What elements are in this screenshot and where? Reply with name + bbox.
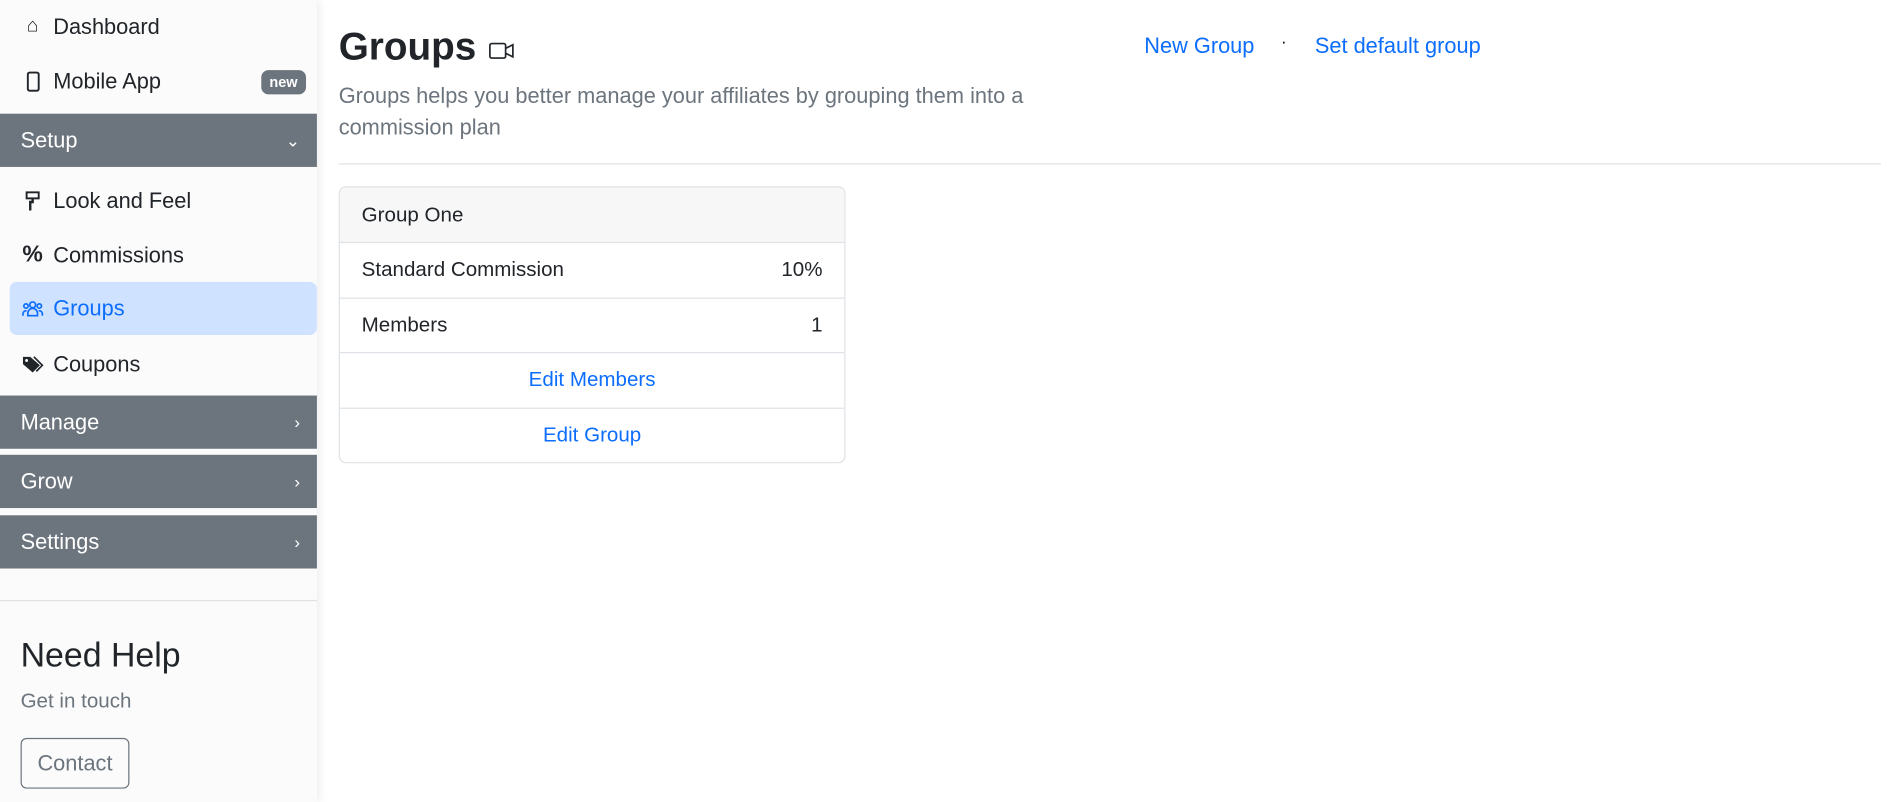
sidebar: ⌂ Dashboard Mobile App new Setup ⌄ Look …: [0, 0, 317, 802]
chevron-down-icon: ⌄: [285, 130, 300, 150]
video-camera-icon[interactable]: [488, 24, 515, 69]
sidebar-section-settings[interactable]: Settings ›: [0, 515, 317, 569]
sidebar-item-commissions[interactable]: % Commissions: [10, 229, 317, 282]
chevron-right-icon: ›: [294, 532, 300, 552]
percent-icon: %: [22, 241, 43, 268]
sidebar-item-look-and-feel[interactable]: Look and Feel: [10, 174, 317, 227]
chevron-right-icon: ›: [294, 412, 300, 432]
page-title: Groups: [339, 24, 515, 69]
house-icon: ⌂: [26, 15, 39, 37]
sidebar-item-label: Coupons: [53, 351, 141, 376]
new-group-link[interactable]: New Group: [1144, 34, 1254, 59]
divider: [338, 163, 1881, 165]
section-label: Settings: [20, 529, 100, 554]
sidebar-item-mobile-app[interactable]: Mobile App new: [10, 54, 317, 107]
edit-members-button[interactable]: Edit Members: [339, 351, 845, 407]
tags-icon: [22, 355, 44, 373]
table-row: Members 1: [339, 296, 845, 352]
group-name: Group One: [339, 187, 845, 242]
sidebar-item-label: Dashboard: [53, 13, 160, 39]
sidebar-section-setup[interactable]: Setup ⌄: [0, 113, 317, 167]
separator: ·: [1280, 31, 1287, 51]
sidebar-item-label: Look and Feel: [53, 188, 192, 213]
contact-button[interactable]: Contact: [20, 737, 130, 789]
sidebar-item-label: Mobile App: [53, 68, 161, 93]
sidebar-section-manage[interactable]: Manage ›: [0, 395, 317, 449]
divider: [0, 599, 317, 602]
people-icon: [22, 299, 44, 317]
sidebar-item-dashboard[interactable]: ⌂ Dashboard: [10, 0, 317, 53]
page-description: Groups helps you better manage your affi…: [338, 83, 1024, 140]
sidebar-item-label: Groups: [53, 295, 125, 320]
row-value: 10%: [781, 257, 823, 281]
group-card: Group One Standard Commission 10% Member…: [338, 186, 846, 464]
sidebar-item-coupons[interactable]: Coupons: [10, 337, 317, 390]
phone-icon: [22, 71, 44, 92]
section-label: Setup: [20, 127, 78, 152]
sidebar-item-label: Commissions: [53, 242, 184, 267]
set-default-group-link[interactable]: Set default group: [1315, 34, 1481, 59]
section-label: Manage: [20, 409, 100, 434]
edit-group-button[interactable]: Edit Group: [339, 407, 845, 462]
row-label: Members: [361, 312, 448, 336]
sidebar-item-groups[interactable]: Groups: [9, 281, 317, 336]
page-title-text: Groups: [338, 24, 477, 68]
sidebar-section-grow[interactable]: Grow ›: [0, 454, 317, 509]
section-label: Grow: [20, 468, 73, 493]
paint-roller-icon: [22, 190, 44, 212]
help-subtitle: Get in touch: [20, 689, 132, 713]
chevron-right-icon: ›: [294, 471, 300, 492]
help-title: Need Help: [20, 636, 181, 674]
row-label: Standard Commission: [361, 257, 564, 281]
new-badge: new: [260, 70, 307, 95]
table-row: Standard Commission 10%: [339, 241, 845, 297]
row-value: 1: [811, 312, 823, 336]
